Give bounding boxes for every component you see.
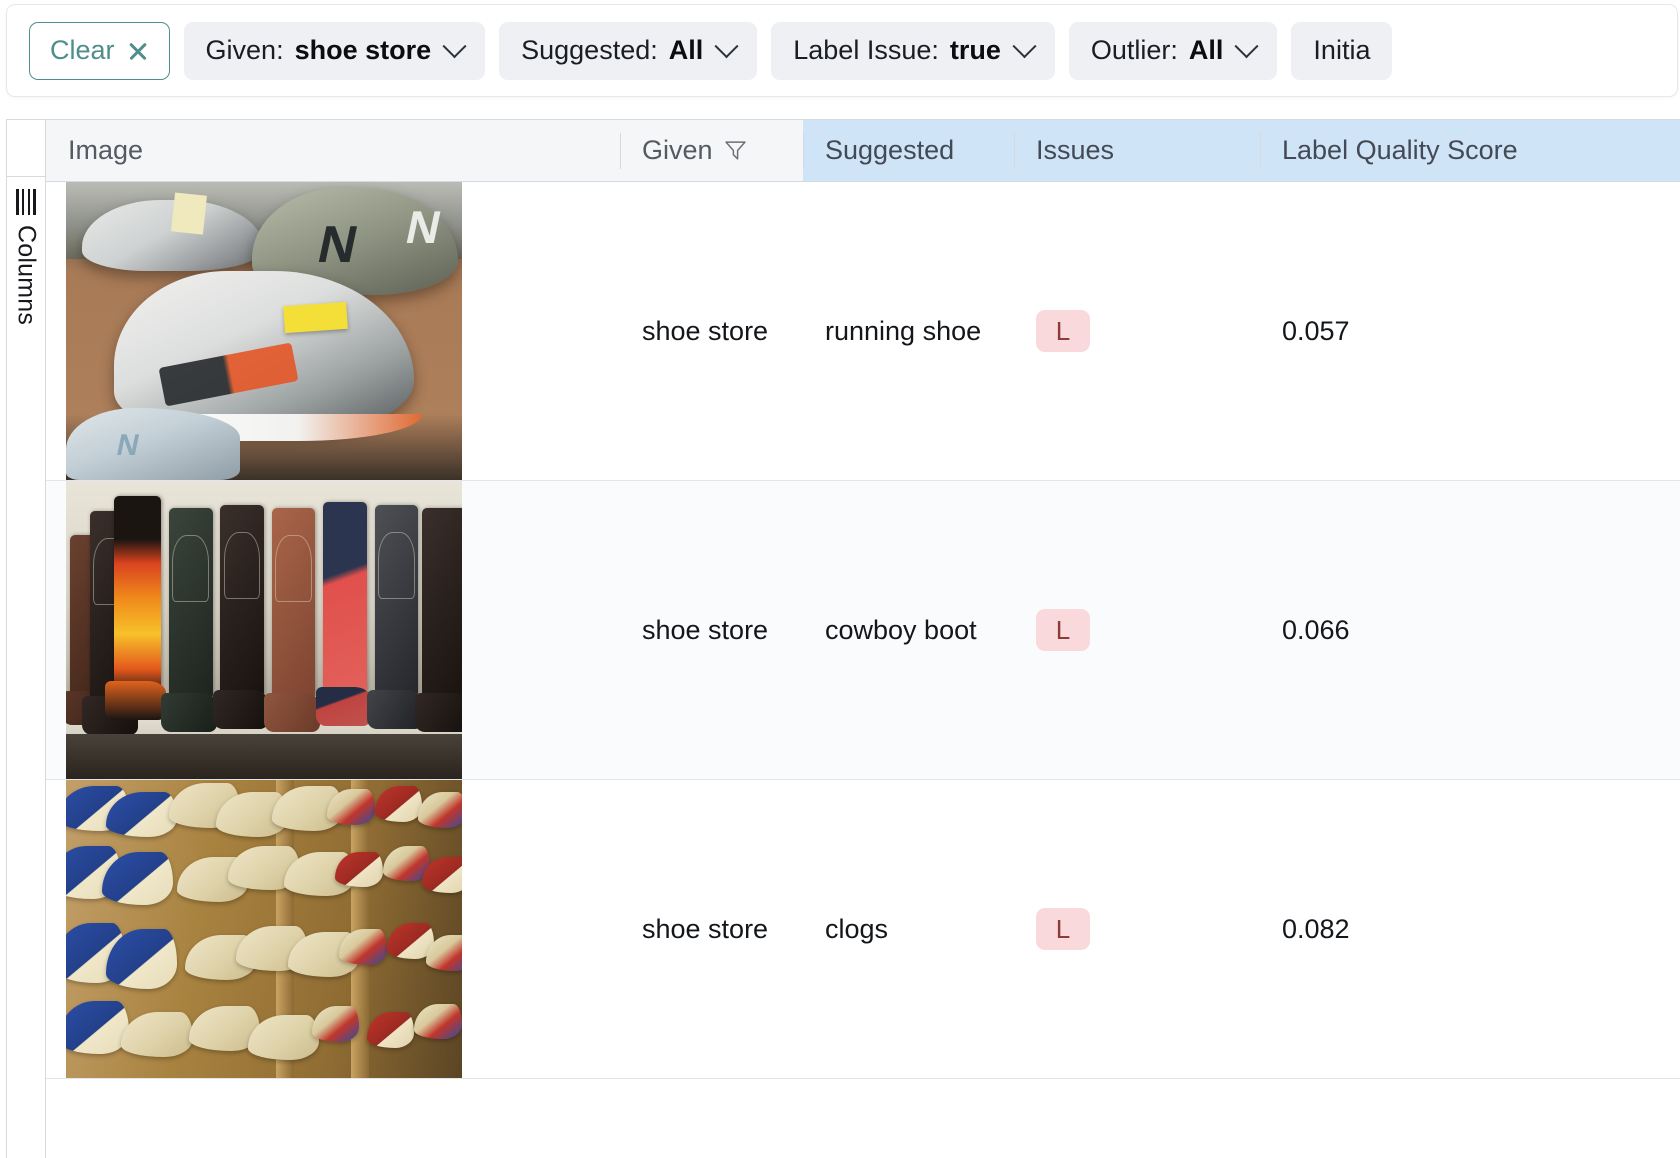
filter-chip-label-issue[interactable]: Label Issue: true <box>771 22 1055 80</box>
clear-filters-button[interactable]: Clear <box>29 22 170 80</box>
columns-toggle-button[interactable]: Columns <box>7 177 45 325</box>
filter-chip-given[interactable]: Given: shoe store <box>184 22 486 80</box>
cell-suggested: running shoe <box>803 182 1014 480</box>
cell-image <box>46 481 620 779</box>
thumbnail-running-shoes[interactable]: N N N <box>66 182 462 480</box>
filter-chip-initial[interactable]: Initia <box>1291 22 1392 80</box>
column-header-suggested[interactable]: Suggested <box>803 120 1014 181</box>
table-row[interactable]: shoe store cowboy boot L 0.066 <box>46 481 1680 780</box>
cell-issues: L <box>1014 182 1260 480</box>
chevron-down-icon <box>443 34 467 58</box>
chevron-down-icon <box>1235 34 1259 58</box>
chevron-down-icon <box>715 34 739 58</box>
filter-chip-given-value: shoe store <box>295 35 432 66</box>
status-badge[interactable]: L <box>1036 310 1090 352</box>
columns-rail-label: Columns <box>12 225 41 325</box>
filter-chip-outlier-value: All <box>1189 35 1224 66</box>
filter-toolbar-row: Clear Given: shoe store Suggested: All L… <box>7 5 1677 96</box>
cell-given: shoe store <box>620 780 803 1078</box>
filter-chip-suggested-value: All <box>669 35 704 66</box>
cell-suggested: clogs <box>803 780 1014 1078</box>
column-header-image[interactable]: Image <box>46 120 620 181</box>
table-body: N N N shoe store running shoe L 0.057 <box>46 182 1680 1079</box>
table-row[interactable]: shoe store clogs L 0.082 <box>46 780 1680 1079</box>
filter-chip-label-issue-key: Label Issue: <box>793 35 939 66</box>
columns-rail-spacer <box>7 120 45 177</box>
cell-image <box>46 780 620 1078</box>
column-header-given-label: Given <box>642 135 713 166</box>
data-table: Image Given Suggested Issues Label Quali… <box>46 119 1680 1158</box>
cell-given: shoe store <box>620 481 803 779</box>
filter-chip-label-issue-value: true <box>950 35 1001 66</box>
column-header-label-quality-score-label: Label Quality Score <box>1282 135 1518 166</box>
status-badge[interactable]: L <box>1036 908 1090 950</box>
status-badge[interactable]: L <box>1036 609 1090 651</box>
column-header-image-label: Image <box>68 135 143 166</box>
filter-chip-suggested-key: Suggested: <box>521 35 658 66</box>
thumbnail-wooden-clogs[interactable] <box>66 780 462 1078</box>
clear-filters-label: Clear <box>50 35 115 66</box>
thumbnail-cowboy-boots[interactable] <box>66 481 462 779</box>
columns-rail: Columns <box>6 119 46 1158</box>
cell-issues: L <box>1014 780 1260 1078</box>
filter-chip-outlier[interactable]: Outlier: All <box>1069 22 1278 80</box>
filter-chip-initial-key: Initia <box>1313 35 1370 66</box>
filter-toolbar: Clear Given: shoe store Suggested: All L… <box>6 4 1678 97</box>
filter-chip-given-key: Given: <box>206 35 284 66</box>
column-header-label-quality-score[interactable]: Label Quality Score <box>1260 120 1680 181</box>
cell-given: shoe store <box>620 182 803 480</box>
funnel-icon[interactable] <box>725 141 746 160</box>
column-header-issues-label: Issues <box>1036 135 1114 166</box>
columns-bars-icon <box>16 189 35 215</box>
cell-label-quality-score: 0.066 <box>1260 481 1680 779</box>
column-header-issues[interactable]: Issues <box>1014 120 1260 181</box>
cell-label-quality-score: 0.082 <box>1260 780 1680 1078</box>
chevron-down-icon <box>1012 34 1036 58</box>
close-icon <box>127 40 149 62</box>
column-header-suggested-label: Suggested <box>825 135 954 166</box>
cell-issues: L <box>1014 481 1260 779</box>
table-header-row: Image Given Suggested Issues Label Quali… <box>46 120 1680 182</box>
cell-image: N N N <box>46 182 620 480</box>
filter-chip-outlier-key: Outlier: <box>1091 35 1178 66</box>
filter-chip-suggested[interactable]: Suggested: All <box>499 22 757 80</box>
cell-suggested: cowboy boot <box>803 481 1014 779</box>
table-row[interactable]: N N N shoe store running shoe L 0.057 <box>46 182 1680 481</box>
cell-label-quality-score: 0.057 <box>1260 182 1680 480</box>
column-header-given[interactable]: Given <box>620 120 803 181</box>
